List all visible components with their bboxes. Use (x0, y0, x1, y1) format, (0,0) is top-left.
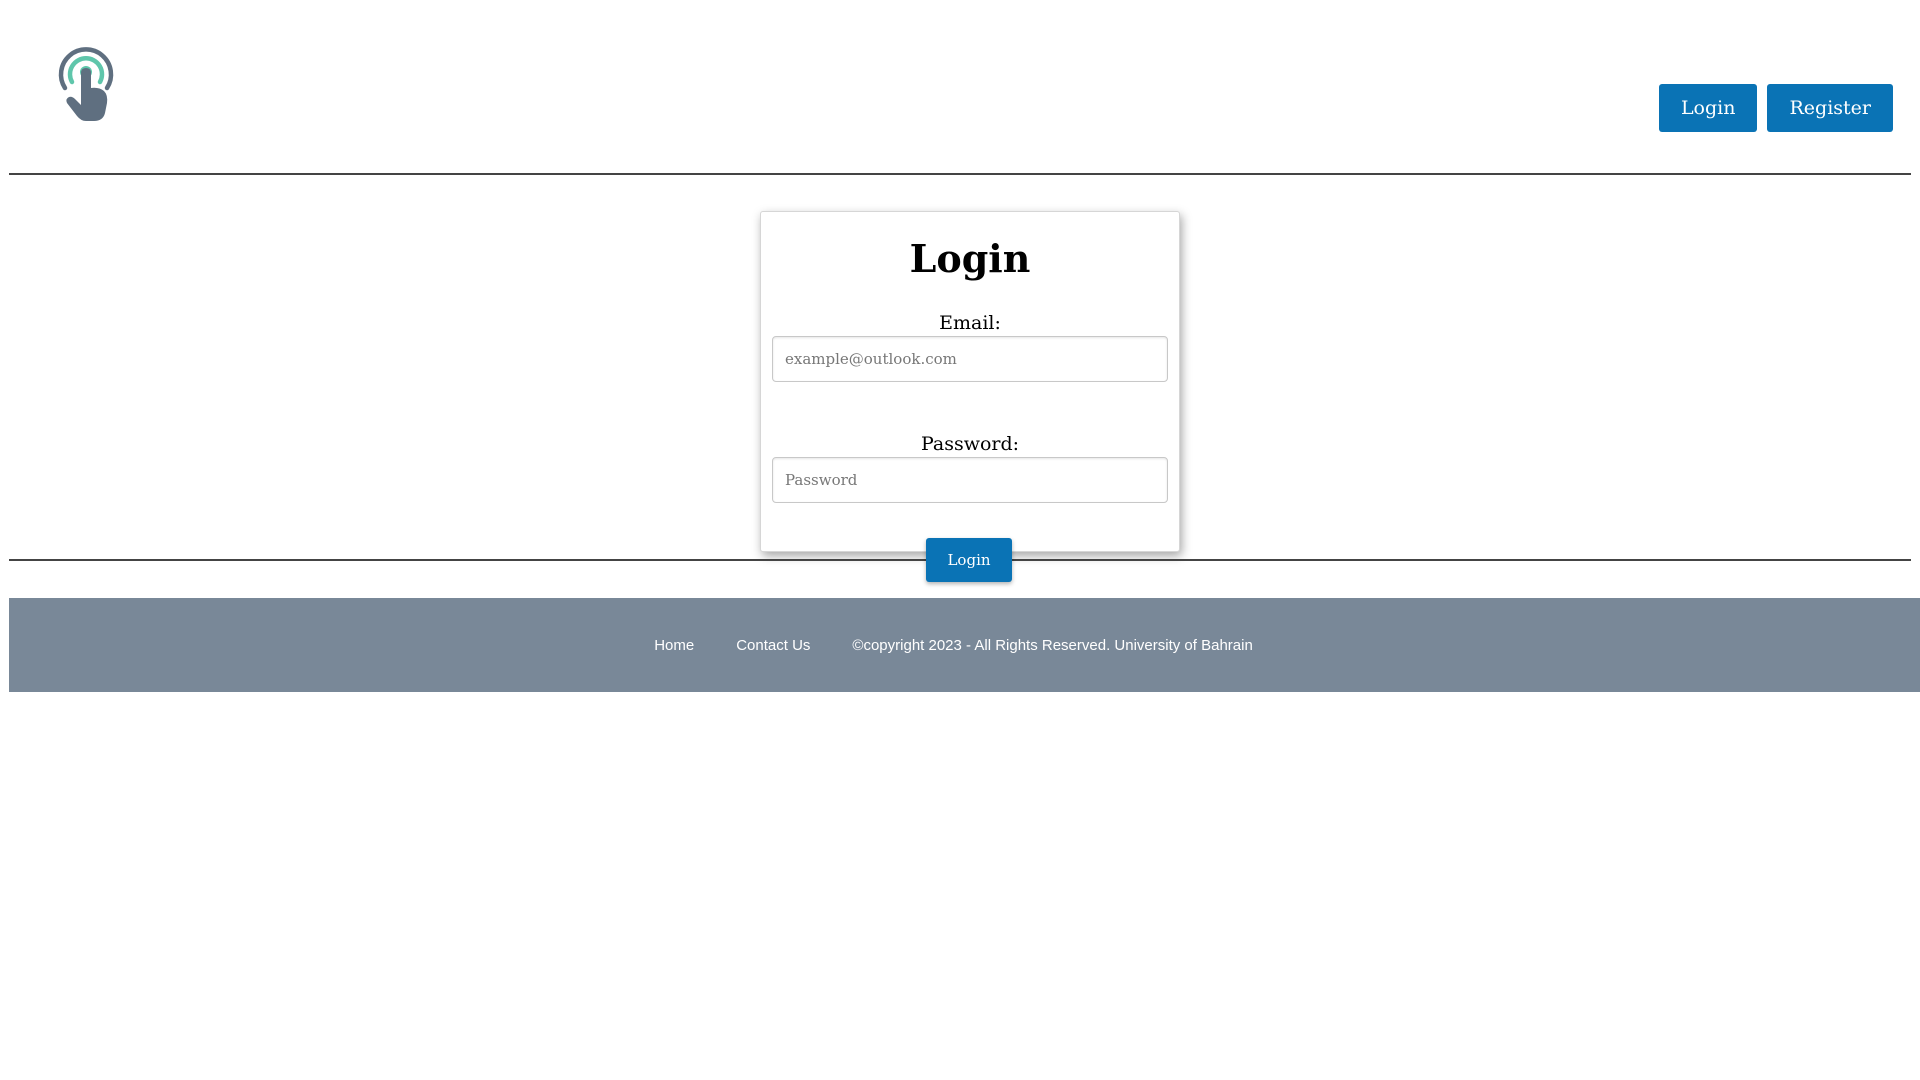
header-divider (9, 173, 1911, 175)
login-submit-button[interactable]: Login (926, 538, 1012, 582)
site-header: Login Register (9, 0, 1911, 175)
password-field[interactable] (772, 457, 1168, 503)
login-card: Login Email: Password: (760, 211, 1180, 552)
header-nav: Login Register (1658, 84, 1893, 132)
login-title: Login (909, 236, 1031, 281)
site-footer: Home Contact Us ©copyright 2023 - All Ri… (9, 598, 1920, 692)
footer-links: Home Contact Us ©copyright 2023 - All Ri… (654, 637, 1253, 654)
email-field[interactable] (772, 336, 1168, 382)
logo[interactable] (56, 45, 116, 123)
page: Login Register Login Email: Password: Lo… (0, 0, 1920, 1080)
header-login-button[interactable]: Login (1658, 84, 1758, 132)
email-label: Email: (939, 312, 1001, 334)
header-register-button[interactable]: Register (1767, 84, 1893, 132)
footer-copyright: ©copyright 2023 - All Rights Reserved. U… (852, 636, 1253, 654)
footer-home-link[interactable]: Home (654, 637, 694, 654)
footer-contact-link[interactable]: Contact Us (736, 637, 810, 654)
password-label: Password: (920, 433, 1020, 455)
touch-tap-icon (58, 47, 114, 121)
